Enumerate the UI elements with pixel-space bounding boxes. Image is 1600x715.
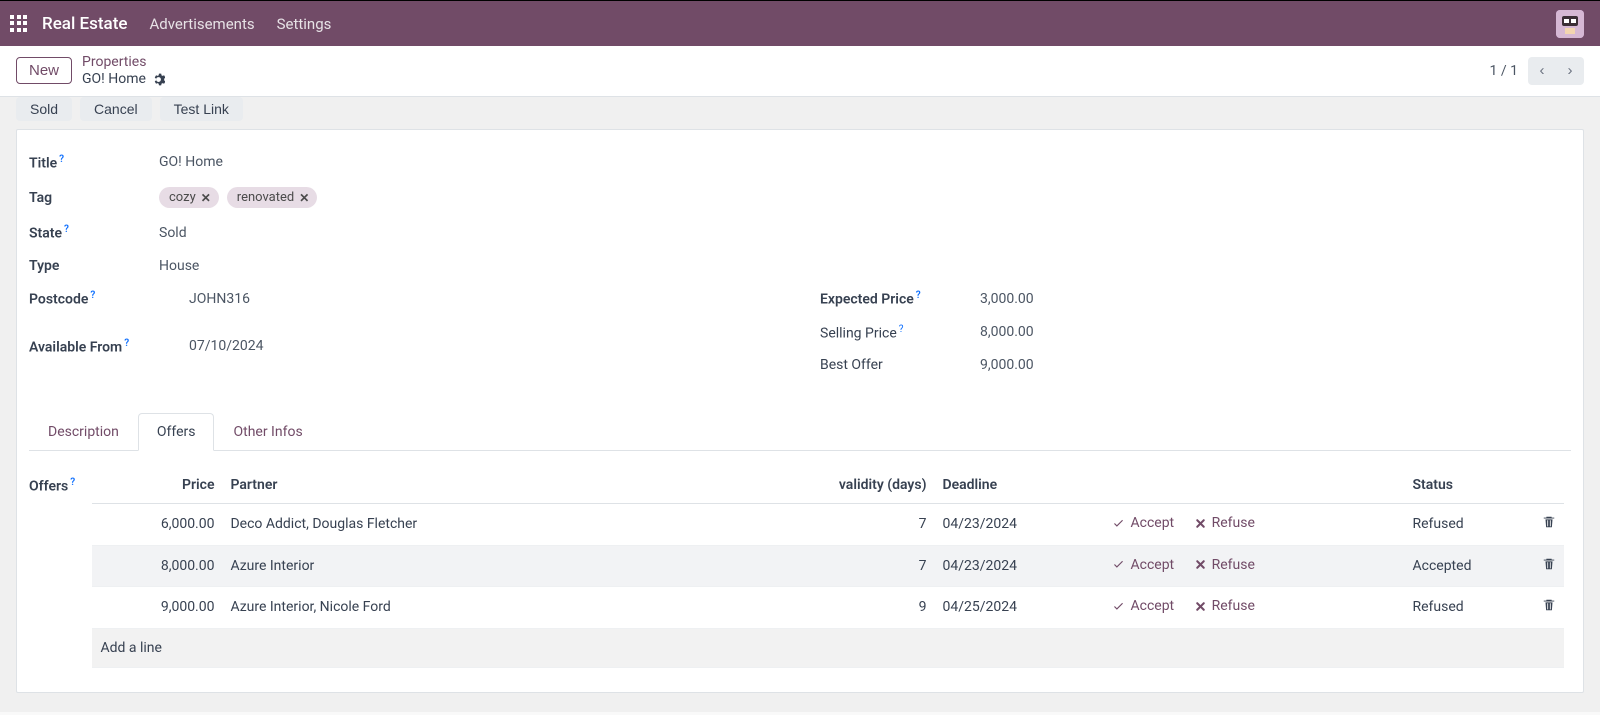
- type-value[interactable]: House: [159, 258, 199, 274]
- tabs: Description Offers Other Infos: [29, 413, 1571, 451]
- best-offer-label: Best Offer: [820, 357, 980, 373]
- help-icon[interactable]: ?: [90, 290, 95, 301]
- cell-deadline: 04/23/2024: [934, 545, 1104, 587]
- tab-offers[interactable]: Offers: [138, 413, 215, 451]
- tab-description[interactable]: Description: [29, 413, 138, 451]
- help-icon[interactable]: ?: [899, 324, 904, 335]
- expected-price-value[interactable]: 3,000.00: [980, 291, 1034, 307]
- gear-icon[interactable]: [152, 73, 165, 86]
- pager: 1 / 1: [1490, 63, 1518, 79]
- pager-prev-button[interactable]: ‹: [1528, 57, 1556, 85]
- breadcrumb-root[interactable]: Properties: [82, 54, 165, 71]
- cell-status: Refused: [1404, 587, 1534, 629]
- help-icon[interactable]: ?: [59, 154, 64, 165]
- new-button[interactable]: New: [16, 57, 72, 84]
- nav-link-advertisements[interactable]: Advertisements: [149, 15, 254, 33]
- cell-validity: 7: [814, 504, 934, 546]
- cell-validity: 7: [814, 545, 934, 587]
- tag-remove-icon[interactable]: ✕: [201, 191, 211, 205]
- help-icon[interactable]: ?: [64, 224, 69, 235]
- tag-cozy: cozy✕: [159, 187, 219, 208]
- breadcrumb-current: GO! Home: [82, 71, 146, 88]
- tag-label: Tag: [29, 190, 159, 206]
- avatar[interactable]: [1556, 10, 1584, 38]
- tag-remove-icon[interactable]: ✕: [299, 191, 309, 205]
- refuse-button[interactable]: Refuse: [1194, 557, 1255, 573]
- cell-partner: Azure Interior: [222, 545, 814, 587]
- col-status[interactable]: Status: [1404, 467, 1534, 504]
- test-link-button[interactable]: Test Link: [160, 97, 243, 121]
- refuse-button[interactable]: Refuse: [1194, 598, 1255, 614]
- best-offer-value: 9,000.00: [980, 357, 1034, 373]
- postcode-label: Postcode?: [29, 290, 189, 308]
- accept-button[interactable]: Accept: [1112, 598, 1174, 614]
- offers-label: Offers?: [29, 467, 89, 495]
- accept-button[interactable]: Accept: [1112, 557, 1174, 573]
- delete-row-button[interactable]: [1534, 504, 1564, 546]
- status-bar: Sold Cancel Test Link: [0, 97, 1600, 129]
- refuse-button[interactable]: Refuse: [1194, 515, 1255, 531]
- cell-status: Refused: [1404, 504, 1534, 546]
- cell-validity: 9: [814, 587, 934, 629]
- tags-field[interactable]: cozy✕ renovated✕: [159, 187, 317, 208]
- accept-button[interactable]: Accept: [1112, 515, 1174, 531]
- cell-partner: Deco Addict, Douglas Fletcher: [222, 504, 814, 546]
- table-row[interactable]: 6,000.00 Deco Addict, Douglas Fletcher 7…: [92, 504, 1564, 546]
- delete-row-button[interactable]: [1534, 587, 1564, 629]
- apps-icon[interactable]: [10, 15, 28, 33]
- available-from-value[interactable]: 07/10/2024: [189, 338, 264, 354]
- nav-link-settings[interactable]: Settings: [277, 15, 332, 33]
- sold-button[interactable]: Sold: [16, 97, 72, 121]
- cell-price: 8,000.00: [92, 545, 222, 587]
- help-icon[interactable]: ?: [916, 290, 921, 301]
- table-row[interactable]: 9,000.00 Azure Interior, Nicole Ford 9 0…: [92, 587, 1564, 629]
- cell-deadline: 04/25/2024: [934, 587, 1104, 629]
- breadcrumb: Properties GO! Home: [82, 54, 165, 88]
- control-panel: New Properties GO! Home 1 / 1 ‹›: [0, 46, 1600, 97]
- expected-price-label: Expected Price?: [820, 290, 980, 308]
- brand-title[interactable]: Real Estate: [42, 14, 127, 34]
- table-row[interactable]: 8,000.00 Azure Interior 7 04/23/2024 Acc…: [92, 545, 1564, 587]
- navbar: Real Estate Advertisements Settings: [0, 0, 1600, 46]
- state-label: State?: [29, 224, 159, 242]
- col-deadline[interactable]: Deadline: [934, 467, 1104, 504]
- content-area: Sold Cancel Test Link Title? GO! Home Ta…: [0, 97, 1600, 712]
- postcode-value[interactable]: JOHN316: [189, 291, 250, 307]
- state-value[interactable]: Sold: [159, 225, 187, 241]
- col-validity[interactable]: validity (days): [814, 467, 934, 504]
- offers-table: Price Partner validity (days) Deadline S…: [92, 467, 1564, 668]
- cell-price: 9,000.00: [92, 587, 222, 629]
- tag-renovated: renovated✕: [227, 187, 318, 208]
- help-icon[interactable]: ?: [124, 338, 129, 349]
- help-icon[interactable]: ?: [70, 477, 75, 488]
- add-line-row[interactable]: Add a line: [92, 628, 1564, 667]
- available-from-label: Available From?: [29, 338, 189, 356]
- col-partner[interactable]: Partner: [222, 467, 814, 504]
- title-label: Title?: [29, 154, 159, 172]
- selling-price-label: Selling Price?: [820, 324, 980, 342]
- delete-row-button[interactable]: [1534, 545, 1564, 587]
- pager-next-button[interactable]: ›: [1556, 57, 1584, 85]
- cell-price: 6,000.00: [92, 504, 222, 546]
- cell-partner: Azure Interior, Nicole Ford: [222, 587, 814, 629]
- type-label: Type: [29, 258, 159, 274]
- title-value[interactable]: GO! Home: [159, 154, 223, 170]
- cancel-button[interactable]: Cancel: [80, 97, 152, 121]
- selling-price-value: 8,000.00: [980, 324, 1034, 340]
- col-price[interactable]: Price: [92, 467, 222, 504]
- cell-status: Accepted: [1404, 545, 1534, 587]
- tab-other-infos[interactable]: Other Infos: [214, 413, 321, 451]
- form-sheet: Title? GO! Home Tag cozy✕ renovated✕ Sta…: [16, 129, 1584, 693]
- cell-deadline: 04/23/2024: [934, 504, 1104, 546]
